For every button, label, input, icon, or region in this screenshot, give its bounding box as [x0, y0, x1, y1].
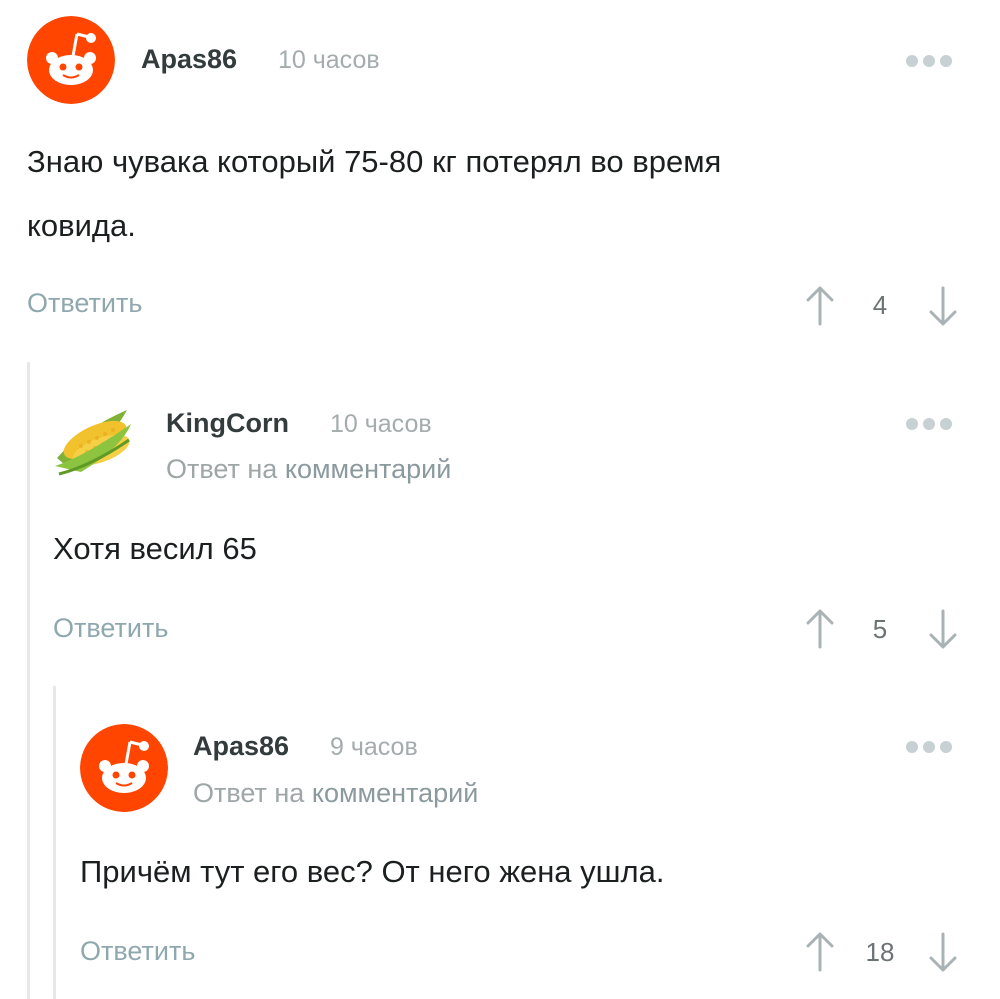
comment-text-line-1: Причём тут его вес? От него жена ушла.	[80, 854, 665, 889]
comment-author[interactable]: Apas86	[193, 731, 289, 762]
vote-score: 18	[865, 937, 895, 967]
more-options-icon[interactable]	[906, 741, 952, 753]
downvote-arrow-icon[interactable]	[927, 930, 959, 979]
comment-3: Apas86 9 часов Ответ на комментарий Прич…	[0, 0, 1000, 999]
comment-time: 9 часов	[330, 733, 418, 761]
reddit-alien-icon[interactable]	[80, 724, 168, 812]
reply-to-info: Ответ на комментарий	[193, 778, 478, 809]
reply-to-prefix: Ответ на	[193, 778, 305, 808]
reply-button[interactable]: Ответить	[80, 936, 195, 967]
upvote-arrow-icon[interactable]	[804, 930, 836, 979]
reply-to-link[interactable]: комментарий	[312, 778, 478, 808]
